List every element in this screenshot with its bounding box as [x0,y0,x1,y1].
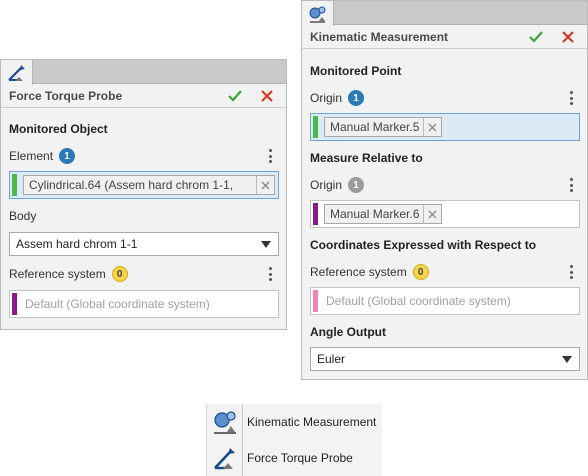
field-color-bar [313,116,318,138]
relative-origin-field[interactable]: Manual Marker.6 [310,200,580,228]
panel-title: Kinematic Measurement [310,29,449,44]
cancel-button[interactable] [256,87,278,105]
close-icon [562,30,574,43]
origin-chip[interactable]: Manual Marker.5 [324,117,443,137]
element-label: Element [9,149,54,163]
kinematic-measurement-icon [207,404,243,440]
cancel-button[interactable] [557,28,579,46]
angle-output-value: Euler [317,352,346,366]
relative-origin-label: Origin [310,178,343,192]
element-chip-label: Cylindrical.64 (Assem hard chrom 1-1, [29,178,234,192]
remove-chip-button[interactable] [423,205,441,223]
origin-more-menu[interactable] [568,90,574,106]
accept-button[interactable] [224,87,246,105]
element-count-badge: 1 [59,148,76,164]
close-icon [428,123,437,131]
body-select[interactable]: Assem hard chrom 1-1 [9,232,279,256]
close-icon [261,181,270,189]
checkmark-icon [529,30,543,43]
reference-system-field[interactable]: Default (Global coordinate system) [310,287,580,315]
section-monitored-point: Monitored Point [310,64,402,78]
force-torque-probe-command[interactable]: Force Torque Probe [207,440,383,476]
kinematic-measurement-tab[interactable] [302,1,334,26]
relative-origin-row: Origin 1 [310,177,365,193]
reference-system-label: Reference system [310,265,407,279]
reference-placeholder: Default (Global coordinate system) [25,297,210,311]
reference-count-badge: 0 [412,264,429,280]
force-torque-probe-icon [7,64,25,81]
origin-row: Origin 1 [310,90,365,106]
section-coordinates: Coordinates Expressed with Respect to [310,238,537,252]
angle-output-select[interactable]: Euler [310,347,580,371]
panel-titlebar: Kinematic Measurement [302,25,587,49]
kinematic-measurement-command[interactable]: Kinematic Measurement [207,404,383,440]
element-chip[interactable]: Cylindrical.64 (Assem hard chrom 1-1, [23,175,275,195]
checkmark-icon [228,89,242,102]
force-torque-probe-icon [207,440,243,476]
kinematic-measurement-label: Kinematic Measurement [247,415,377,429]
relative-origin-chip-label: Manual Marker.6 [330,207,420,221]
remove-chip-button[interactable] [256,176,274,194]
force-torque-probe-panel: Force Torque Probe Monitored Object Elem… [0,59,287,330]
element-more-menu[interactable] [267,148,273,164]
relative-origin-more-menu[interactable] [568,177,574,193]
reference-more-menu[interactable] [568,264,574,280]
reference-system-row: Reference system 0 [310,264,429,280]
chevron-down-icon [261,241,271,248]
field-color-bar [313,290,318,312]
remove-chip-button[interactable] [423,118,441,136]
reference-system-field[interactable]: Default (Global coordinate system) [9,290,279,318]
origin-label: Origin [310,91,343,105]
reference-count-badge: 0 [111,266,128,282]
field-color-bar [313,203,318,225]
section-monitored-object: Monitored Object [9,122,108,136]
section-measure-relative: Measure Relative to [310,151,423,165]
origin-field[interactable]: Manual Marker.5 [310,113,580,141]
panel-tabstrip [1,60,286,85]
force-torque-probe-label: Force Torque Probe [247,451,353,465]
panel-titlebar: Force Torque Probe [1,84,286,108]
reference-system-row: Reference system 0 [9,266,128,282]
relative-origin-count-badge: 1 [348,177,365,193]
reference-placeholder: Default (Global coordinate system) [326,294,511,308]
origin-count-badge: 1 [348,90,365,106]
kinematic-measurement-icon [309,6,325,23]
close-icon [428,210,437,218]
element-field[interactable]: Cylindrical.64 (Assem hard chrom 1-1, [9,171,279,199]
close-icon [261,89,273,102]
element-row: Element 1 [9,148,76,164]
body-select-value: Assem hard chrom 1-1 [16,237,138,251]
origin-chip-label: Manual Marker.5 [330,120,420,134]
panel-title: Force Torque Probe [9,88,123,103]
section-angle-output: Angle Output [310,325,386,339]
panel-tabstrip [302,1,587,26]
reference-more-menu[interactable] [267,266,273,282]
chevron-down-icon [562,356,572,363]
body-label: Body [9,209,37,223]
force-torque-probe-tab[interactable] [1,60,33,85]
reference-system-label: Reference system [9,267,106,281]
accept-button[interactable] [525,28,547,46]
kinematic-measurement-panel: Kinematic Measurement Monitored Point Or… [301,0,588,380]
relative-origin-chip[interactable]: Manual Marker.6 [324,204,443,224]
field-color-bar [12,293,17,315]
field-color-bar [12,174,17,196]
command-palette: Kinematic Measurement Force Torque Probe [206,404,382,476]
